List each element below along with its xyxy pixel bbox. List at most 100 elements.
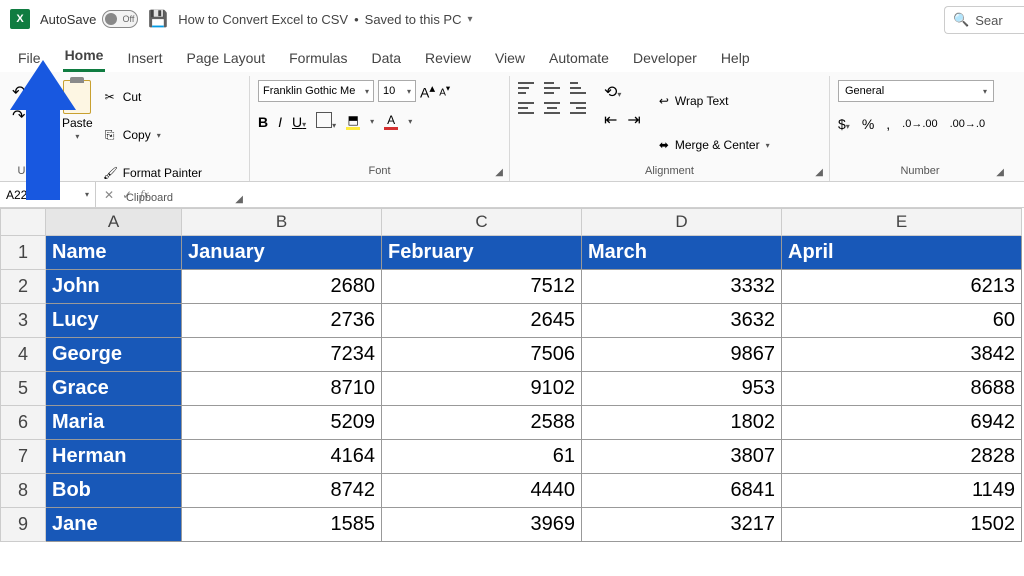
increase-indent-icon[interactable]: ⇥ [627,110,640,130]
cell[interactable]: Maria [46,406,182,440]
cell[interactable]: 3332 [582,270,782,304]
underline-button[interactable]: U▾ [292,114,306,130]
align-right-icon[interactable] [570,102,586,114]
row-header[interactable]: 3 [0,304,46,338]
tab-data[interactable]: Data [369,44,403,72]
tab-home[interactable]: Home [63,41,106,72]
col-header-e[interactable]: E [782,208,1022,236]
save-icon[interactable]: 💾 [148,9,168,29]
cell[interactable]: Herman [46,440,182,474]
cell[interactable]: 3217 [582,508,782,542]
row-header[interactable]: 5 [0,372,46,406]
cell[interactable]: 2736 [182,304,382,338]
dialog-launcher-icon[interactable]: ◢ [996,167,1004,178]
fill-color-button[interactable]: ⬒ [346,113,360,130]
dialog-launcher-icon[interactable]: ◢ [235,194,243,205]
align-left-icon[interactable] [518,102,534,114]
cell[interactable]: 7234 [182,338,382,372]
cut-button[interactable]: ✂Cut [103,80,202,114]
cell[interactable]: 6213 [782,270,1022,304]
number-format-dropdown[interactable]: General▾ [838,80,994,102]
cell[interactable]: Jane [46,508,182,542]
comma-button[interactable]: , [886,116,890,132]
cell[interactable]: 3969 [382,508,582,542]
percent-button[interactable]: % [862,116,874,132]
cell[interactable]: 2828 [782,440,1022,474]
dialog-launcher-icon[interactable]: ◢ [815,167,823,178]
cell[interactable]: 9102 [382,372,582,406]
font-size-dropdown[interactable]: 10▾ [378,80,416,102]
row-header[interactable]: 2 [0,270,46,304]
decrease-decimal-icon[interactable]: .00→.0 [950,118,985,130]
cell[interactable]: John [46,270,182,304]
italic-button[interactable]: I [278,114,282,130]
copy-button[interactable]: ⎘Copy▾ [103,118,202,152]
cell[interactable]: George [46,338,182,372]
cell[interactable]: 2680 [182,270,382,304]
col-header-d[interactable]: D [582,208,782,236]
cell[interactable]: 4440 [382,474,582,508]
cell[interactable]: Grace [46,372,182,406]
cell[interactable]: Bob [46,474,182,508]
tab-automate[interactable]: Automate [547,44,611,72]
cell[interactable]: 3842 [782,338,1022,372]
document-title[interactable]: How to Convert Excel to CSV • Saved to t… [178,12,472,27]
cell[interactable]: March [582,236,782,270]
cell[interactable]: 7512 [382,270,582,304]
merge-center-button[interactable]: ⬌Merge & Center▾ [659,128,770,162]
cell[interactable]: 61 [382,440,582,474]
currency-button[interactable]: $▾ [838,116,850,132]
cell[interactable]: 1502 [782,508,1022,542]
chevron-down-icon[interactable]: ▾ [408,117,412,126]
cell[interactable]: 6942 [782,406,1022,440]
cell[interactable]: 60 [782,304,1022,338]
cell[interactable]: 7506 [382,338,582,372]
cell[interactable]: 1802 [582,406,782,440]
row-header[interactable]: 8 [0,474,46,508]
cell[interactable]: April [782,236,1022,270]
cell[interactable]: 8710 [182,372,382,406]
cell[interactable]: Name [46,236,182,270]
font-name-dropdown[interactable]: Franklin Gothic Me▾ [258,80,374,102]
align-middle-icon[interactable] [544,82,560,94]
col-header-b[interactable]: B [182,208,382,236]
bold-button[interactable]: B [258,114,268,130]
row-header[interactable]: 7 [0,440,46,474]
align-top-icon[interactable] [518,82,534,94]
cell[interactable]: 3632 [582,304,782,338]
wrap-text-button[interactable]: ↩Wrap Text [659,84,770,118]
cell[interactable]: 2588 [382,406,582,440]
cell[interactable]: 1149 [782,474,1022,508]
row-header[interactable]: 6 [0,406,46,440]
orientation-icon[interactable]: ⟲▾ [604,82,621,102]
increase-font-icon[interactable]: A▴ [420,81,435,101]
cell[interactable]: 8742 [182,474,382,508]
cell[interactable]: 6841 [582,474,782,508]
row-header[interactable]: 4 [0,338,46,372]
cell[interactable]: February [382,236,582,270]
paste-button[interactable]: Paste ▾ [58,78,97,143]
cell[interactable]: 5209 [182,406,382,440]
align-center-icon[interactable] [544,102,560,114]
tab-formulas[interactable]: Formulas [287,44,349,72]
cell[interactable]: 953 [582,372,782,406]
cell[interactable]: 8688 [782,372,1022,406]
cell[interactable]: 9867 [582,338,782,372]
select-all-corner[interactable] [0,208,46,236]
font-color-button[interactable]: A [384,113,398,130]
cell[interactable]: 1585 [182,508,382,542]
tab-help[interactable]: Help [719,44,752,72]
row-header[interactable]: 1 [0,236,46,270]
row-header[interactable]: 9 [0,508,46,542]
decrease-indent-icon[interactable]: ⇤ [604,110,617,130]
redo-icon[interactable]: ↷ [12,106,25,126]
formula-input[interactable] [157,182,1024,207]
cell[interactable]: 4164 [182,440,382,474]
tab-review[interactable]: Review [423,44,473,72]
tab-insert[interactable]: Insert [125,44,164,72]
tab-file[interactable]: File [16,44,43,72]
decrease-font-icon[interactable]: A▾ [439,83,450,98]
align-bottom-icon[interactable] [570,82,586,94]
chevron-down-icon[interactable]: ▾ [75,132,79,141]
autosave-toggle[interactable]: AutoSave Off [40,10,138,28]
